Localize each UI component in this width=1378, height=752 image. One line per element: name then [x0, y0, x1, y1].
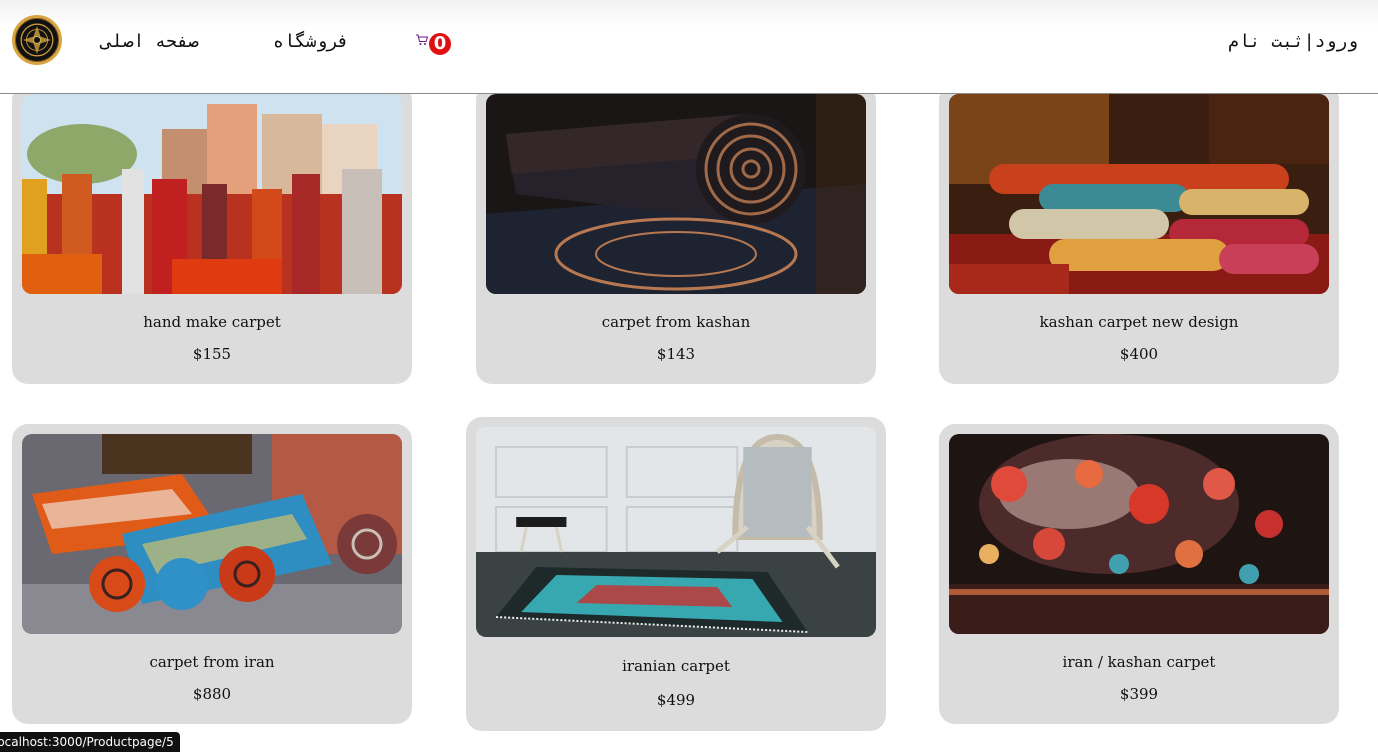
product-image	[476, 427, 876, 637]
product-image	[949, 434, 1329, 634]
product-price: $400	[1119, 345, 1159, 363]
login-register-link[interactable]: ورود|ثبت نام	[1228, 31, 1358, 52]
cart-icon	[416, 34, 429, 45]
nav-home-link[interactable]: صفحه اصلی	[101, 31, 199, 52]
product-card[interactable]: iran / kashan carpet $399	[939, 424, 1339, 724]
product-price: $399	[1119, 685, 1159, 703]
product-image	[949, 94, 1329, 294]
product-card[interactable]: carpet from iran $880	[12, 424, 412, 724]
product-title: iran / kashan carpet	[1062, 653, 1216, 671]
brand-logo[interactable]	[12, 15, 62, 65]
cart-button[interactable]: 0	[415, 33, 455, 61]
nav-shop-link[interactable]: فروشگاه	[273, 31, 349, 52]
product-image	[486, 94, 866, 294]
product-price: $155	[192, 345, 232, 363]
product-card[interactable]: carpet from kashan $143	[476, 84, 876, 384]
cart-count-badge: 0	[429, 33, 451, 55]
product-card[interactable]: hand make carpet $155	[12, 84, 412, 384]
product-title: kashan carpet new design	[1039, 313, 1239, 331]
product-title: carpet from iran	[149, 653, 275, 671]
product-title: carpet from kashan	[601, 313, 751, 331]
product-title: hand make carpet	[143, 313, 281, 331]
product-price: $143	[656, 345, 696, 363]
status-url-text: localhost:3000/Productpage/5	[0, 735, 174, 749]
product-card[interactable]: kashan carpet new design $400	[939, 84, 1339, 384]
product-card[interactable]: iranian carpet $499	[466, 417, 886, 731]
browser-status-url: localhost:3000/Productpage/5	[0, 732, 180, 752]
product-price: $499	[656, 691, 696, 709]
logo-emblem-icon	[16, 19, 58, 61]
product-image	[22, 434, 402, 634]
product-image	[22, 94, 402, 294]
site-header: صفحه اصلی فروشگاه 0 ورود|ثبت نام	[0, 0, 1378, 94]
product-price: $880	[192, 685, 232, 703]
product-title: iranian carpet	[622, 657, 730, 675]
